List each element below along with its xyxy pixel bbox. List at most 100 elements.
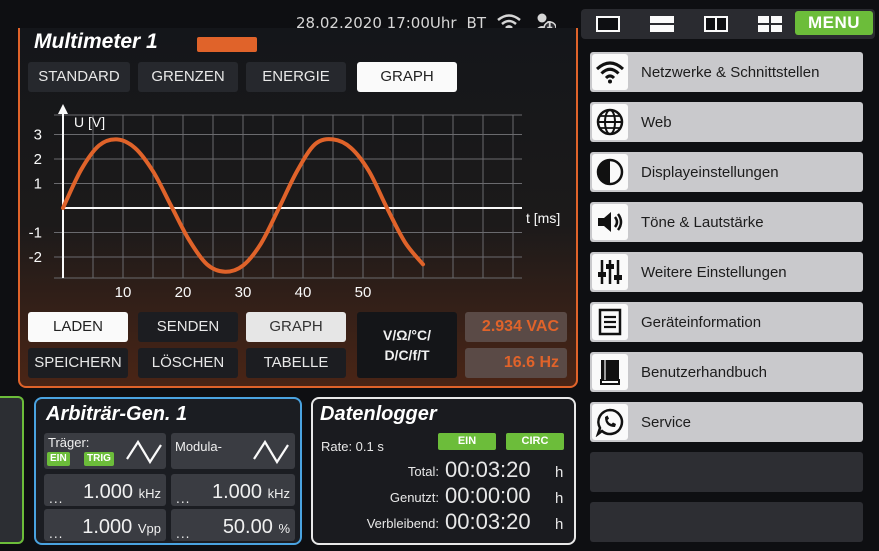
menu-item-manual[interactable]: Benutzerhandbuch <box>590 352 863 392</box>
carrier-frequency-unit: kHz <box>138 486 161 501</box>
contrast-icon <box>592 154 628 190</box>
layout-single-button[interactable] <box>581 9 635 39</box>
x-tick-label: 20 <box>175 284 192 301</box>
layout-rows-button[interactable] <box>635 9 689 39</box>
layout-columns-icon <box>704 16 728 32</box>
menu-item-web[interactable]: Web <box>590 102 863 142</box>
y-tick-label: 1 <box>34 176 42 193</box>
sliders-icon <box>592 254 628 290</box>
speichern-button[interactable]: SPEICHERN <box>28 348 128 378</box>
wifi-icon <box>592 54 628 90</box>
amplitude-number: 1.000 <box>82 516 133 538</box>
datalogger-ein-badge: EIN <box>438 433 496 450</box>
datalogger-row-total: Total: 00:03:20 h <box>313 457 573 483</box>
carrier-cell[interactable]: Träger: EIN TRIG <box>44 433 166 469</box>
graph-button[interactable]: GRAPH <box>246 312 346 342</box>
arb-gen-title: Arbiträr-Gen. 1 <box>46 403 188 425</box>
modulation-depth-value: 50.00 % <box>223 516 290 539</box>
triangle-wave-icon <box>253 439 289 465</box>
amplitude-field[interactable]: ... 1.000 Vpp <box>44 509 166 541</box>
remaining-value: 00:03:20 <box>445 509 531 534</box>
tab-energie[interactable]: ENERGIE <box>246 62 346 92</box>
unit-select-line-1: V/Ω/°C/ <box>383 327 431 343</box>
multimeter-title: Multimeter 1 <box>34 30 158 53</box>
modulation-label: Modula- <box>175 439 222 454</box>
voltage-graph: 3 2 1 -1 -2 10 20 30 40 50 U [V] t [ms] <box>29 104 560 302</box>
menu-item-networks[interactable]: Netzwerke & Schnittstellen <box>590 52 863 92</box>
x-axis-label: t [ms] <box>526 210 560 226</box>
x-tick-label: 40 <box>295 284 312 301</box>
total-unit: h <box>555 464 564 481</box>
graph-ticks: 3 2 1 -1 -2 10 20 30 40 50 <box>29 127 372 302</box>
datalogger-panel[interactable]: Datenlogger Rate: 0.1 s EIN CIRC Total: … <box>311 397 576 545</box>
senden-button[interactable]: SENDEN <box>138 312 238 342</box>
carrier-trig-badge: TRIG <box>84 452 114 466</box>
layout-grid-button[interactable] <box>743 9 797 39</box>
x-tick-label: 10 <box>115 284 132 301</box>
unit-select-button[interactable]: V/Ω/°C/ D/C/f/T <box>357 312 457 378</box>
menu-item-label: Netzwerke & Schnittstellen <box>641 64 820 81</box>
menu-item-more-settings[interactable]: Weitere Einstellungen <box>590 252 863 292</box>
modulation-frequency-field[interactable]: ... 1.000 kHz <box>171 474 295 506</box>
datalogger-rate: Rate: 0.1 s <box>321 439 384 454</box>
y-tick-label: -1 <box>29 225 42 242</box>
menu-item-label: Service <box>641 414 692 431</box>
menu-item-label: Benutzerhandbuch <box>641 364 767 381</box>
modulation-depth-field[interactable]: ... 50.00 % <box>171 509 295 541</box>
datalogger-circ-badge: CIRC <box>506 433 564 450</box>
tab-standard[interactable]: STANDARD <box>28 62 130 92</box>
modulation-frequency-value: 1.000 kHz <box>212 481 290 504</box>
carrier-label: Träger: <box>48 435 90 450</box>
datalogger-row-used: Genutzt: 00:00:00 h <box>313 483 573 509</box>
carrier-frequency-number: 1.000 <box>82 481 134 503</box>
layout-grid-icon <box>758 16 782 32</box>
menu-item-display[interactable]: Displayeinstellungen <box>590 152 863 192</box>
dots-indicator: ... <box>49 527 64 541</box>
menu-item-label: Töne & Lautstärke <box>641 214 764 231</box>
triangle-wave-icon <box>126 439 162 465</box>
dots-indicator: ... <box>49 492 64 506</box>
book-icon <box>592 354 628 390</box>
modulation-frequency-unit: kHz <box>267 486 290 501</box>
frequency-reading: 16.6 Hz <box>465 348 567 378</box>
amplitude-value: 1.000 Vpp <box>82 516 161 539</box>
y-tick-label: 2 <box>34 151 42 168</box>
speaker-icon <box>592 204 628 240</box>
datalogger-row-remaining: Verbleibend: 00:03:20 h <box>313 509 573 535</box>
collapsed-panel-tab[interactable] <box>0 396 24 544</box>
menu-item-service[interactable]: Service <box>590 402 863 442</box>
menu-item-sound[interactable]: Töne & Lautstärke <box>590 202 863 242</box>
used-label: Genutzt: <box>389 490 439 505</box>
whatsapp-icon <box>592 404 628 440</box>
menu-item-device-info[interactable]: Geräteinformation <box>590 302 863 342</box>
carrier-frequency-field[interactable]: ... 1.000 kHz <box>44 474 166 506</box>
x-tick-label: 30 <box>235 284 252 301</box>
menu-item-empty <box>590 502 863 542</box>
tab-grenzen[interactable]: GRENZEN <box>138 62 238 92</box>
loeschen-button[interactable]: LÖSCHEN <box>138 348 238 378</box>
modulation-depth-unit: % <box>278 521 290 536</box>
menu-button[interactable]: MENU <box>795 11 873 35</box>
y-tick-label: 3 <box>34 127 42 144</box>
used-value: 00:00:00 <box>445 483 531 508</box>
datalogger-title: Datenlogger <box>320 403 437 425</box>
tab-graph[interactable]: GRAPH <box>357 62 457 92</box>
y-tick-label: -2 <box>29 249 42 266</box>
arbitrary-generator-panel[interactable]: Arbiträr-Gen. 1 Träger: EIN TRIG Modula-… <box>34 397 302 545</box>
remaining-unit: h <box>555 516 564 533</box>
y-axis-arrow <box>58 104 68 114</box>
tabelle-button[interactable]: TABELLE <box>246 348 346 378</box>
layout-rows-icon <box>650 16 674 32</box>
used-unit: h <box>555 490 564 507</box>
menu-item-label: Geräteinformation <box>641 314 762 331</box>
total-label: Total: <box>407 464 439 479</box>
dots-indicator: ... <box>176 527 191 541</box>
amplitude-unit: Vpp <box>137 521 161 536</box>
voltage-reading: 2.934 VAC <box>465 312 567 342</box>
laden-button[interactable]: LADEN <box>28 312 128 342</box>
modulation-cell[interactable]: Modula- <box>171 433 295 469</box>
remaining-label: Verbleibend: <box>366 516 439 531</box>
layout-columns-button[interactable] <box>689 9 743 39</box>
menu-item-label: Weitere Einstellungen <box>641 264 787 281</box>
channel-color-swatch <box>197 37 257 52</box>
